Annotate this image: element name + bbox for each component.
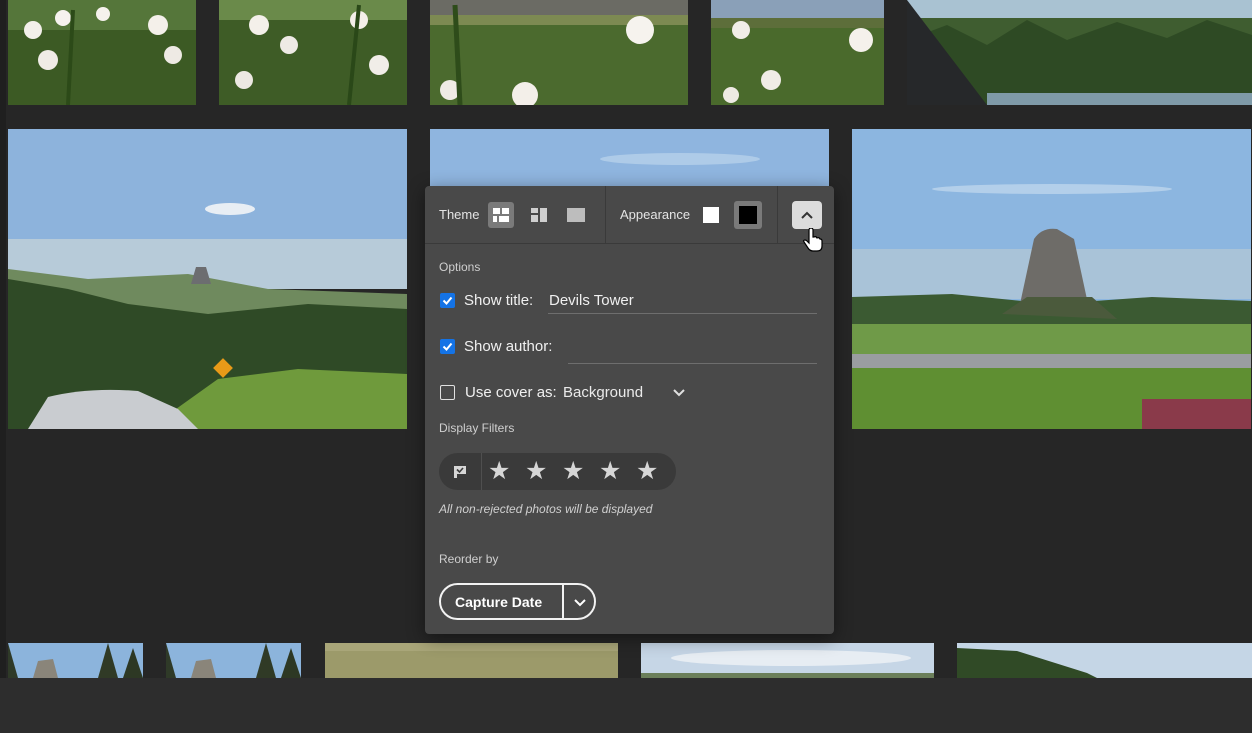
window-edge [0,0,6,733]
chevron-up-icon [801,211,813,219]
author-field[interactable] [568,339,817,364]
theme-columns-button[interactable] [526,202,552,228]
photo-landscape-distant-tower[interactable] [8,129,407,429]
show-title-label: Show title: [464,292,534,309]
chevron-down-icon [673,389,685,397]
photo-tower-trees-2[interactable] [166,643,301,678]
single-layout-icon [567,208,585,222]
reorder-divider [562,585,564,618]
hand-cursor-icon [803,228,823,252]
appearance-label: Appearance [620,207,691,222]
toolbar-divider-2 [777,186,778,243]
photo-forest-view[interactable] [907,0,1252,105]
photo-hill-sky[interactable] [957,643,1252,678]
star-1-icon[interactable]: ★ [488,459,510,484]
photo-hollyhock-4[interactable] [711,0,884,105]
photo-sky[interactable] [430,129,829,189]
theme-label: Theme [439,207,480,222]
use-cover-label: Use cover as: [465,384,557,401]
appearance-light-button[interactable] [698,202,724,228]
photo-hollyhock-3[interactable] [430,0,688,105]
rating-filter-bar: ★ ★ ★ ★ ★ [439,453,676,490]
flag-icon [454,465,466,478]
cover-mode-value: Background [563,384,644,401]
reorder-by-value[interactable]: Capture Date [455,594,542,610]
cover-mode-dropdown[interactable]: Background [563,379,693,405]
photo-sky-horizon[interactable] [641,643,934,678]
column-layout-icon [531,208,547,222]
black-swatch-icon [739,206,757,224]
photo-devils-tower[interactable] [852,129,1251,429]
checkmark-icon [442,342,453,351]
filter-hint-text: All non-rejected photos will be displaye… [439,502,653,516]
photo-hollyhock-1[interactable] [8,0,196,105]
share-options-panel: Theme Appearance Options Show title: Dev… [425,186,834,634]
reorder-by-control[interactable]: Capture Date [439,583,596,620]
options-section-label: Options [439,260,481,274]
title-field[interactable]: Devils Tower [548,289,817,314]
bottom-bar [0,678,1252,733]
theme-single-button[interactable] [563,202,589,228]
show-author-label: Show author: [464,338,553,355]
toolbar-divider [605,186,606,243]
show-title-checkbox[interactable] [440,293,455,308]
photo-hollyhock-2[interactable] [219,0,407,105]
grid-layout-icon [493,208,509,222]
star-3-icon[interactable]: ★ [562,459,584,484]
use-cover-checkbox[interactable] [440,385,455,400]
reorder-by-label: Reorder by [439,552,499,566]
appearance-dark-button[interactable] [734,201,762,229]
photo-tower-trees-1[interactable] [8,643,143,678]
flag-filter-button[interactable] [439,453,482,490]
checkmark-icon [442,296,453,305]
panel-toolbar: Theme Appearance [425,186,834,244]
photo-grass-field[interactable] [325,643,618,678]
star-5-icon[interactable]: ★ [636,459,658,484]
white-swatch-icon [703,207,719,223]
star-2-icon[interactable]: ★ [525,459,547,484]
show-author-checkbox[interactable] [440,339,455,354]
display-filters-label: Display Filters [439,421,515,435]
title-field-value: Devils Tower [549,292,634,309]
collapse-panel-button[interactable] [792,201,822,229]
chevron-down-icon[interactable] [570,593,590,611]
theme-grid-button[interactable] [488,202,514,228]
star-4-icon[interactable]: ★ [599,459,621,484]
